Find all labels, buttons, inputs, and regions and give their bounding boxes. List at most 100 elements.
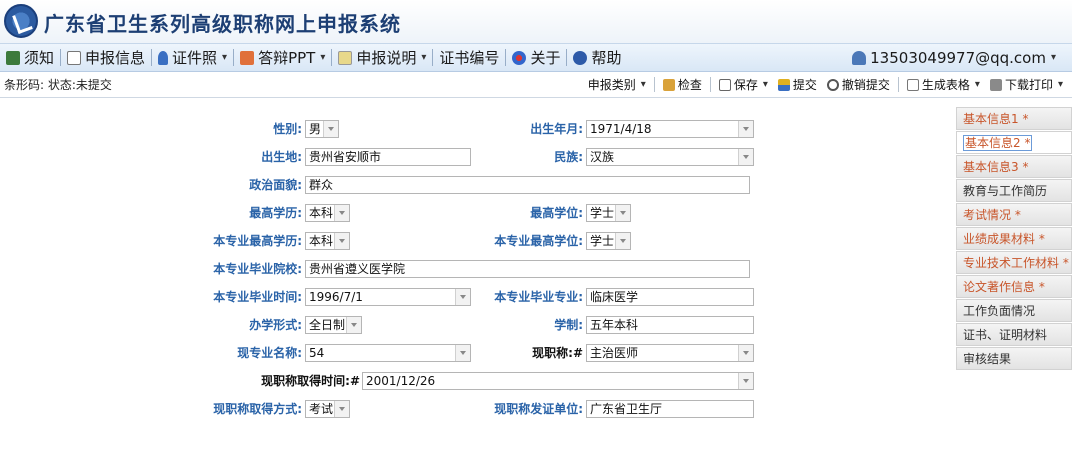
- toolbar-divider: [653, 77, 655, 92]
- toolbar-divider: [897, 77, 899, 92]
- study-form-select[interactable]: 全日制: [305, 316, 362, 334]
- nav-papers-works-label: 论文著作信息 *: [963, 280, 1045, 294]
- grid-icon: [6, 50, 20, 65]
- current-title-select[interactable]: 主治医师: [586, 344, 754, 362]
- action-toolbar: 条形码: 状态:未提交 申报类别 ▾ 检查 保存 ▾ 提交 撤销提交 生成表格: [0, 72, 1072, 98]
- nav-professional-work[interactable]: 专业技术工作材料 *: [956, 251, 1072, 274]
- nav-exam-status[interactable]: 考试情况 *: [956, 203, 1072, 226]
- submit-button[interactable]: 提交: [773, 76, 822, 93]
- graduation-time-select[interactable]: 1996/7/1: [305, 288, 471, 306]
- menu-id-photo[interactable]: 证件照 ▾: [152, 44, 233, 71]
- political-status-input[interactable]: 群众: [305, 176, 750, 194]
- menu-help[interactable]: 帮助: [567, 44, 627, 71]
- menu-help-label: 帮助: [591, 49, 622, 67]
- chevron-down-icon: ▾: [1057, 79, 1063, 90]
- nav-negative-records[interactable]: 工作负面情况: [956, 299, 1072, 322]
- ethnicity-label: 民族:: [554, 150, 583, 164]
- major-highest-degree-select[interactable]: 学士: [586, 232, 631, 250]
- chevron-down-icon: [334, 205, 349, 221]
- major-highest-education-select[interactable]: 本科: [305, 232, 350, 250]
- chevron-down-icon: ▾: [640, 79, 646, 90]
- chevron-down-icon: [346, 317, 361, 333]
- section-nav: 基本信息1 * 基本信息2 * 基本信息3 * 教育与工作简历 考试情况 * 业…: [956, 107, 1072, 371]
- comment-icon: [67, 50, 82, 65]
- chevron-down-icon: ▾: [974, 79, 980, 90]
- political-status-label: 政治面貌:: [249, 178, 302, 192]
- chevron-down-icon: [455, 345, 470, 361]
- menu-application-info[interactable]: 申报信息: [61, 44, 151, 71]
- nav-achievements-label: 业绩成果材料 *: [963, 232, 1045, 246]
- graduation-major-input[interactable]: 临床医学: [586, 288, 754, 306]
- menu-certificate-number[interactable]: 证书编号: [433, 44, 505, 71]
- check-button[interactable]: 检查: [658, 76, 707, 93]
- highest-education-value: 本科: [309, 206, 334, 220]
- nav-basic-info-1-label: 基本信息1 *: [963, 112, 1029, 126]
- title-obtained-time-select[interactable]: 2001/12/26: [362, 372, 754, 390]
- highest-education-select[interactable]: 本科: [305, 204, 350, 222]
- save-button[interactable]: 保存 ▾: [714, 76, 773, 93]
- nav-certificates[interactable]: 证书、证明材料: [956, 323, 1072, 346]
- title-obtained-time-label: 现职称取得时间:#: [261, 374, 360, 388]
- menu-about[interactable]: 关于: [506, 44, 566, 71]
- highest-degree-value: 学士: [590, 206, 615, 220]
- gender-select[interactable]: 男: [305, 120, 339, 138]
- title-obtained-method-select[interactable]: 考试: [305, 400, 350, 418]
- program-length-label: 学制:: [554, 318, 583, 332]
- birthplace-label: 出生地:: [261, 150, 302, 164]
- nav-review-result[interactable]: 审核结果: [956, 347, 1072, 370]
- download-print-button[interactable]: 下载打印 ▾: [985, 76, 1068, 93]
- nav-papers-works[interactable]: 论文著作信息 *: [956, 275, 1072, 298]
- menu-notice[interactable]: 须知: [0, 44, 60, 71]
- withdraw-submit-button[interactable]: 撤销提交: [822, 76, 895, 93]
- toolbar-divider: [709, 77, 711, 92]
- chevron-down-icon: ▾: [421, 52, 427, 63]
- category-button[interactable]: 申报类别 ▾: [583, 76, 651, 93]
- menu-notice-label: 须知: [24, 49, 55, 67]
- birthplace-input[interactable]: 贵州省安顺市: [305, 148, 471, 166]
- copy-icon: [906, 78, 919, 91]
- title-obtained-time-value: 2001/12/26: [366, 374, 436, 388]
- nav-negative-records-label: 工作负面情况: [963, 304, 1036, 318]
- nav-achievements[interactable]: 业绩成果材料 *: [956, 227, 1072, 250]
- chevron-down-icon: [455, 289, 470, 305]
- graduation-time-value: 1996/7/1: [309, 290, 363, 304]
- printer-icon: [989, 78, 1002, 91]
- chevron-down-icon: [334, 401, 349, 417]
- menu-defense-ppt[interactable]: 答辩PPT ▾: [234, 44, 331, 71]
- certificate-issuer-input[interactable]: 广东省卫生厅: [586, 400, 754, 418]
- graduation-time-label: 本专业毕业时间:: [213, 290, 302, 304]
- app-title: 广东省卫生系列高级职称网上申报系统: [44, 12, 401, 36]
- toolbar-actions: 申报类别 ▾ 检查 保存 ▾ 提交 撤销提交 生成表格 ▾ 下载打印 ▾: [583, 76, 1072, 93]
- ethnicity-select[interactable]: 汉族: [586, 148, 754, 166]
- stack-icon: [777, 78, 790, 91]
- certificate-issuer-label: 现职称发证单位:: [494, 402, 583, 416]
- menu-application-guide[interactable]: 申报说明 ▾: [332, 44, 432, 71]
- nav-basic-info-1[interactable]: 基本信息1 *: [956, 107, 1072, 130]
- major-highest-degree-value: 学士: [590, 234, 615, 248]
- chevron-down-icon: [615, 233, 630, 249]
- menu-id-photo-label: 证件照: [172, 49, 218, 67]
- menu-about-label: 关于: [530, 49, 561, 67]
- title-obtained-method-value: 考试: [309, 402, 334, 416]
- current-major-select[interactable]: 54: [305, 344, 471, 362]
- current-title-value: 主治医师: [590, 346, 639, 360]
- program-length-input[interactable]: 五年本科: [586, 316, 754, 334]
- menu-application-info-label: 申报信息: [85, 49, 146, 67]
- nav-basic-info-2[interactable]: 基本信息2 *: [956, 131, 1072, 154]
- user-menu[interactable]: 13503049977@qq.com ▾: [846, 44, 1072, 71]
- nav-education-work-history[interactable]: 教育与工作简历: [956, 179, 1072, 202]
- study-form-value: 全日制: [309, 318, 346, 332]
- download-print-label: 下载打印: [1004, 78, 1053, 92]
- graduate-school-input[interactable]: 贵州省遵义医学院: [305, 260, 750, 278]
- document-icon: [338, 50, 353, 65]
- nav-basic-info-3[interactable]: 基本信息3 *: [956, 155, 1072, 178]
- highest-degree-select[interactable]: 学士: [586, 204, 631, 222]
- generate-form-label: 生成表格: [921, 78, 970, 92]
- chevron-down-icon: [738, 373, 753, 389]
- check-label: 检查: [677, 78, 702, 92]
- users-icon: [852, 50, 867, 65]
- birth-date-select[interactable]: 1971/4/18: [586, 120, 754, 138]
- generate-form-button[interactable]: 生成表格 ▾: [902, 76, 985, 93]
- app-header: 广东省卫生系列高级职称网上申报系统: [0, 0, 1072, 43]
- nav-exam-status-label: 考试情况 *: [963, 208, 1021, 222]
